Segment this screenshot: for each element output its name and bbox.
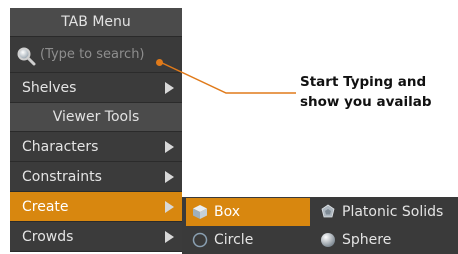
create-submenu: Box Circle Platonic Solids Sphere — [182, 197, 458, 254]
sphere-icon — [321, 233, 335, 247]
submenu-item-platonic-solids[interactable]: Platonic Solids — [314, 198, 458, 226]
callout-line-1: Start Typing and — [300, 74, 427, 90]
callout-line-2: show you availab — [300, 94, 432, 110]
submenu-item-label: Circle — [214, 232, 254, 248]
submenu-item-sphere[interactable]: Sphere — [314, 226, 458, 254]
callout-text: Start Typing and show you availab — [300, 72, 432, 112]
submenu-item-label: Sphere — [342, 232, 392, 248]
submenu-item-label: Platonic Solids — [342, 204, 444, 220]
submenu-item-circle[interactable]: Circle — [186, 226, 310, 254]
submenu-item-box[interactable]: Box — [186, 198, 310, 226]
platonic-solids-icon — [321, 204, 335, 218]
circle-icon — [192, 232, 208, 248]
submenu-item-label: Box — [214, 204, 241, 220]
box-icon — [193, 205, 207, 219]
